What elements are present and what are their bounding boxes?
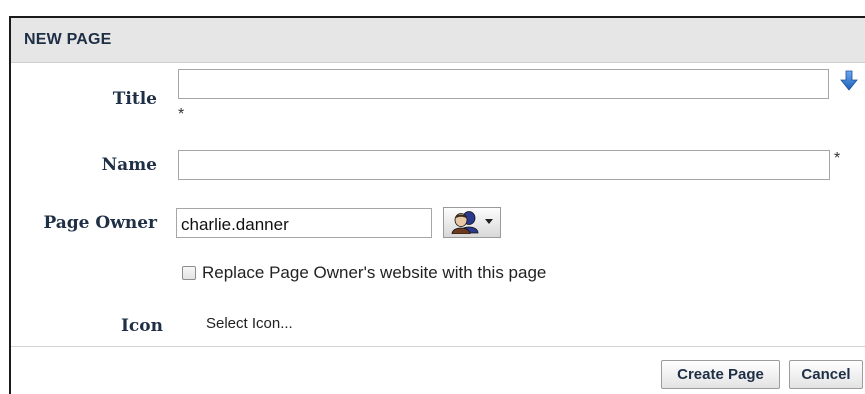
replace-website-checkbox[interactable] (182, 266, 196, 280)
cancel-button[interactable]: Cancel (789, 360, 863, 389)
replace-website-label: Replace Page Owner's website with this p… (202, 263, 547, 282)
new-page-dialog: NEW PAGE Title * Name * Page Owner Repla… (9, 16, 865, 394)
title-required-marker: * (178, 106, 185, 123)
icon-label: Icon (120, 316, 163, 336)
name-input[interactable] (178, 150, 830, 180)
name-label: Name (101, 155, 157, 175)
title-label: Title (112, 89, 157, 109)
people-picker-icon (451, 211, 479, 234)
arrow-down-icon[interactable] (839, 70, 859, 92)
title-input[interactable] (178, 69, 829, 99)
chevron-down-icon (485, 219, 493, 224)
select-icon-link[interactable]: Select Icon... (206, 315, 293, 332)
dialog-header: NEW PAGE (11, 18, 865, 63)
people-picker-button[interactable] (443, 207, 501, 238)
create-page-button[interactable]: Create Page (661, 360, 780, 389)
page-owner-label: Page Owner (43, 213, 157, 233)
dialog-title: NEW PAGE (24, 31, 112, 48)
footer-divider (11, 346, 865, 347)
page-owner-input[interactable] (176, 208, 432, 238)
name-required-marker: * (834, 150, 841, 167)
